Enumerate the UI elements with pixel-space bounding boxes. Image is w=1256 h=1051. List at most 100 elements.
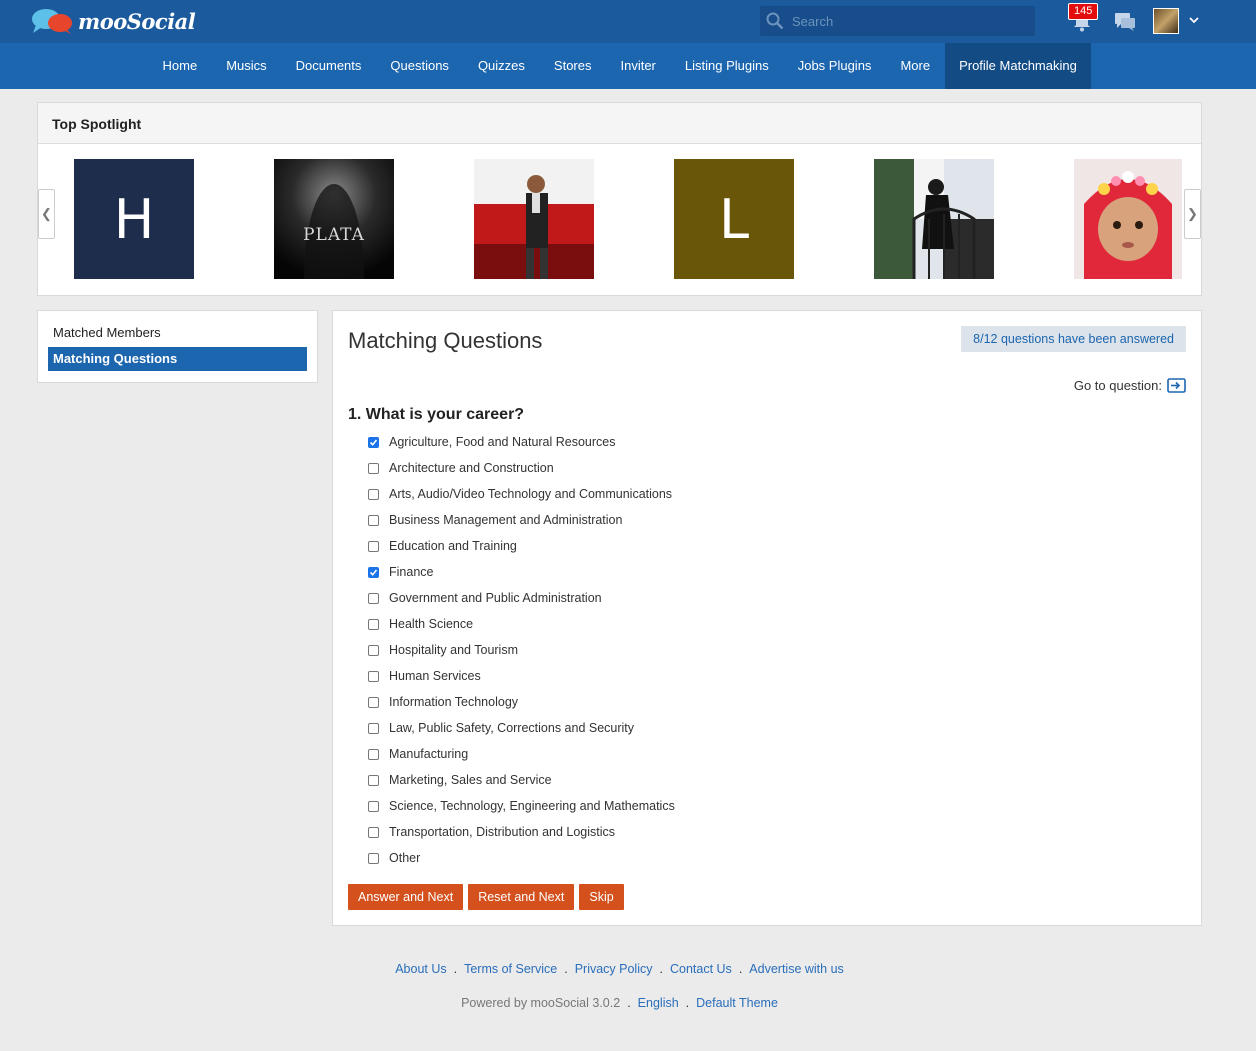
nav-item-questions[interactable]: Questions	[376, 43, 464, 89]
footer-links: About Us. Terms of Service. Privacy Policy…	[0, 962, 1239, 976]
answer-checkbox[interactable]	[368, 696, 379, 708]
chat-bubbles-logo-icon	[32, 9, 72, 34]
footer-separator: .	[738, 962, 743, 976]
answer-option-label: Human Services	[389, 669, 481, 683]
answer-option[interactable]: Education and Training	[368, 533, 675, 559]
user-avatar[interactable]	[1153, 8, 1179, 34]
reset-and-next-button[interactable]: Reset and Next	[468, 884, 575, 910]
answer-checkbox[interactable]	[368, 514, 379, 526]
nav-list: Home Musics Documents Questions Quizzes Store…	[148, 43, 1092, 89]
answer-option[interactable]: Arts, Audio/Video Technology and Communi…	[368, 481, 675, 507]
carousel-prev-button[interactable]: ❮	[38, 189, 55, 239]
answer-option[interactable]: Law, Public Safety, Corrections and Secu…	[368, 715, 675, 741]
answer-option[interactable]: Science, Technology, Engineering and Mat…	[368, 793, 675, 819]
search-box[interactable]	[760, 6, 1035, 36]
answer-option[interactable]: Health Science	[368, 611, 675, 637]
answer-and-next-button[interactable]: Answer and Next	[348, 884, 464, 910]
answer-option[interactable]: Business Management and Administration	[368, 507, 675, 533]
site-logo[interactable]: mooSocial	[30, 6, 196, 36]
answer-option[interactable]: Agriculture, Food and Natural Resources	[368, 429, 675, 455]
answer-option[interactable]: Marketing, Sales and Service	[368, 767, 675, 793]
footer-separator: .	[564, 962, 568, 976]
answer-option[interactable]: Human Services	[368, 663, 675, 689]
member-photo	[1074, 159, 1182, 279]
answer-checkbox[interactable]	[368, 540, 379, 552]
sidebar-item-matched-members[interactable]: Matched Members	[48, 321, 307, 345]
answer-option[interactable]: Government and Public Administration	[368, 585, 675, 611]
answer-checkbox[interactable]	[368, 436, 379, 448]
matching-questions-panel: Matching Questions 8/12 questions have b…	[332, 310, 1202, 926]
answer-option[interactable]: Manufacturing	[368, 741, 675, 767]
answer-option[interactable]: Architecture and Construction	[368, 455, 675, 481]
avatar-letter: H	[113, 187, 155, 251]
answer-checkbox[interactable]	[368, 826, 379, 838]
avatar-letter-tile: L	[674, 159, 794, 279]
answer-option[interactable]: Other	[368, 845, 675, 871]
answer-option-label: Information Technology	[389, 695, 519, 709]
footer-link-privacy[interactable]: Privacy Policy	[575, 962, 653, 976]
answer-checkbox[interactable]	[368, 592, 379, 604]
nav-item-quizzes[interactable]: Quizzes	[463, 43, 539, 89]
nav-item-stores[interactable]: Stores	[539, 43, 606, 89]
nav-item-musics[interactable]: Musics	[212, 43, 281, 89]
answer-option-label: Health Science	[389, 617, 474, 631]
checkmark-icon	[369, 568, 378, 576]
skip-button[interactable]: Skip	[579, 884, 624, 910]
messages-icon[interactable]	[1114, 12, 1136, 32]
answer-option[interactable]: Finance	[368, 559, 675, 585]
answer-checkbox[interactable]	[368, 566, 379, 578]
spotlight-member-5[interactable]	[874, 159, 994, 279]
notification-count-badge[interactable]: 145	[1068, 3, 1099, 20]
go-to-question-icon[interactable]	[1167, 378, 1186, 393]
go-to-question: Go to question:	[1074, 378, 1186, 393]
answer-option[interactable]: Hospitality and Tourism	[368, 637, 675, 663]
answer-checkbox[interactable]	[368, 670, 379, 682]
answer-option-label: Hospitality and Tourism	[389, 643, 518, 657]
sidebar-menu: Matched Members Matching Questions	[37, 310, 318, 383]
answer-checkbox[interactable]	[368, 488, 379, 500]
nav-item-documents[interactable]: Documents	[281, 43, 376, 89]
spotlight-member-2[interactable]: PLATA	[274, 159, 394, 279]
chevron-down-icon[interactable]	[1188, 14, 1200, 26]
footer-link-about[interactable]: About Us	[395, 962, 446, 976]
sidebar-item-matching-questions[interactable]: Matching Questions	[48, 347, 307, 371]
answer-option-label: Finance	[389, 565, 434, 579]
answer-option-label: Agriculture, Food and Natural Resources	[389, 435, 616, 449]
answer-option[interactable]: Information Technology	[368, 689, 675, 715]
answer-option[interactable]: Transportation, Distribution and Logisti…	[368, 819, 675, 845]
language-link[interactable]: English	[638, 996, 679, 1010]
nav-item-listing-plugins[interactable]: Listing Plugins	[670, 43, 783, 89]
progress-badge: 8/12 questions have been answered	[961, 326, 1186, 352]
theme-link[interactable]: Default Theme	[696, 996, 778, 1010]
spotlight-member-3[interactable]	[474, 159, 594, 279]
nav-item-home[interactable]: Home	[148, 43, 212, 89]
answer-checkbox[interactable]	[368, 800, 379, 812]
footer-link-contact[interactable]: Contact Us	[670, 962, 732, 976]
search-input[interactable]	[792, 13, 1022, 29]
nav-item-profile-matchmaking[interactable]: Profile Matchmaking	[944, 43, 1092, 89]
footer-link-advertise[interactable]: Advertise with us	[749, 962, 843, 976]
answer-checkbox[interactable]	[368, 748, 379, 760]
answer-option-label: Architecture and Construction	[389, 461, 554, 475]
carousel-next-button[interactable]: ❯	[1184, 189, 1201, 239]
spotlight-member-6[interactable]	[1074, 159, 1182, 279]
footer-link-terms[interactable]: Terms of Service	[464, 962, 557, 976]
answer-checkbox[interactable]	[368, 722, 379, 734]
answer-checkbox[interactable]	[368, 852, 379, 864]
photo-caption: PLATA	[303, 225, 365, 245]
main-navigation: Home Musics Documents Questions Quizzes Store…	[0, 43, 1256, 89]
answer-checkbox[interactable]	[368, 774, 379, 786]
answer-option-label: Science, Technology, Engineering and Mat…	[389, 799, 675, 813]
footer-powered-by: Powered by mooSocial 3.0.2. English. Defau…	[0, 996, 1239, 1010]
answer-checkbox[interactable]	[368, 462, 379, 474]
answer-checkbox[interactable]	[368, 644, 379, 656]
nav-item-inviter[interactable]: Inviter	[606, 43, 670, 89]
footer-separator: .	[453, 962, 458, 976]
answer-checkbox[interactable]	[368, 618, 379, 630]
answer-option-label: Other	[389, 851, 421, 865]
spotlight-member-1[interactable]: H	[74, 159, 194, 279]
spotlight-member-4[interactable]: L	[674, 159, 794, 279]
nav-item-more[interactable]: More	[886, 43, 945, 89]
answer-option-label: Law, Public Safety, Corrections and Secu…	[389, 721, 635, 735]
nav-item-jobs-plugins[interactable]: Jobs Plugins	[783, 43, 886, 89]
